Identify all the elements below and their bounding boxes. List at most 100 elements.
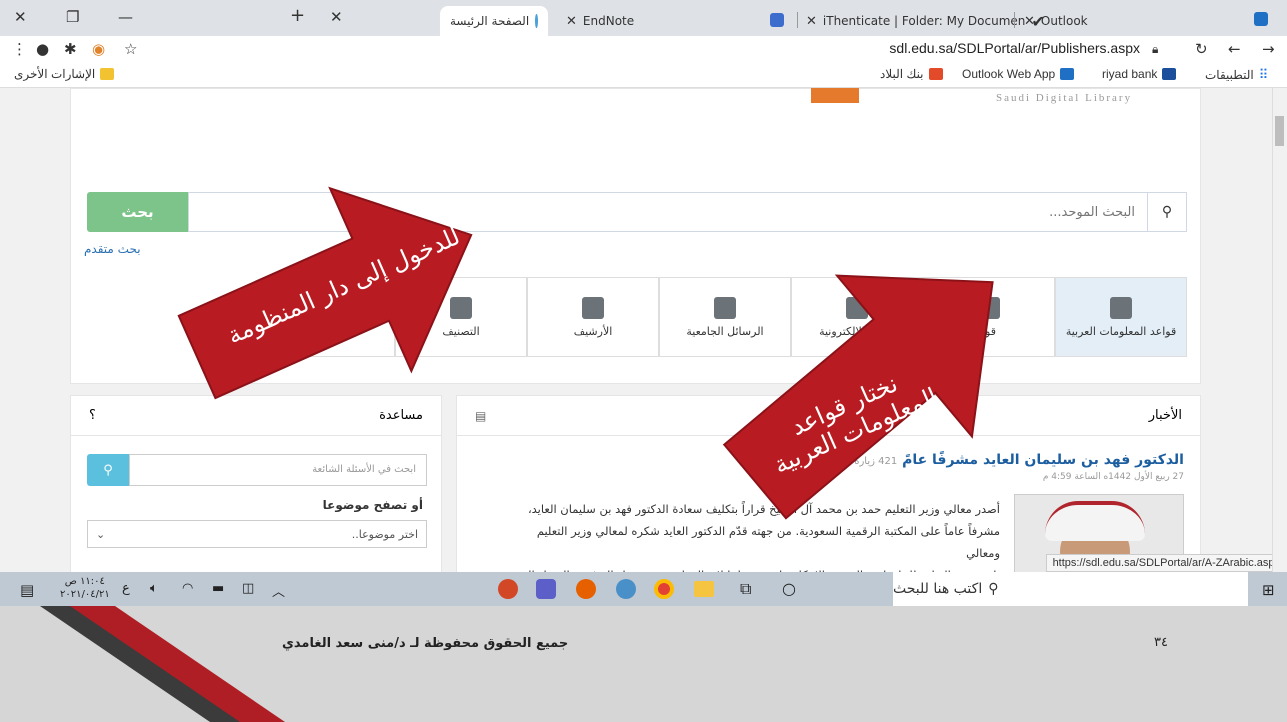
close-icon[interactable]: ✕: [1024, 14, 1035, 29]
search-icon[interactable]: ⚲: [1148, 192, 1187, 232]
globe-icon: [535, 14, 538, 28]
tab-label: EndNote: [582, 14, 635, 28]
notification-icon[interactable]: ▤: [20, 581, 34, 599]
address-toolbar: ⋮ ● ✱ ◉ ☆ sdl.edu.sa/SDLPortal/ar/Publis…: [0, 36, 1287, 62]
category-label: قوا: [982, 324, 996, 338]
close-icon[interactable]: ✕: [330, 8, 343, 26]
tab-home[interactable]: الصفحة الرئيسة: [440, 6, 548, 36]
category-theses[interactable]: الرسائل الجامعية: [659, 277, 791, 357]
news-headline-text: الدكتور فهد بن سليمان العايد مشرفًا عامً: [902, 452, 1184, 468]
chrome-icon[interactable]: [654, 579, 674, 599]
news-body-line: نائب وزير التعليم للجامعات والبحث والابت…: [500, 564, 1000, 572]
windows-start-icon[interactable]: ⊞: [1262, 581, 1275, 599]
decor-stripe-dark: [40, 606, 265, 722]
news-date: 27 ربيع الأول 1442ه الساعة 4:59 م: [1042, 472, 1184, 482]
bookmark-outlook[interactable]: Outlook Web App: [962, 67, 1075, 81]
category-archive[interactable]: الأرشيف: [527, 277, 659, 357]
category-classification[interactable]: التصنيف: [395, 277, 527, 357]
category-label: الأرشيف: [573, 324, 613, 338]
restore-window-icon[interactable]: ❐: [66, 8, 79, 26]
scrollbar-thumb[interactable]: [1275, 116, 1284, 146]
menu-icon[interactable]: ⋮: [12, 40, 27, 58]
teams-icon[interactable]: [536, 579, 556, 599]
search-icon: ⚲: [988, 581, 999, 597]
unified-search: بحث ⚲: [87, 192, 1187, 232]
bookmarks-bar: الإشارات الأخرى بنك البلاد Outlook Web A…: [0, 62, 1287, 88]
tab-outlook[interactable]: ✕ Outlook: [1024, 6, 1088, 36]
ithenticate-icon: [770, 13, 784, 27]
tab-label: الصفحة الرئيسة: [450, 14, 530, 28]
profile-icon[interactable]: ●: [36, 40, 49, 58]
browse-topic-label: أو تصفح موضوعا: [322, 498, 423, 512]
page-number: ٣٤: [1154, 635, 1168, 650]
bookmark-albilad[interactable]: بنك البلاد: [880, 67, 943, 81]
tab-ithenticate[interactable]: ✕ iThenticate | Folder: My Documen ✔: [806, 6, 1045, 36]
bookmark-star-icon[interactable]: ☆: [124, 40, 137, 58]
decor-stripe-red: [70, 606, 285, 722]
help-card: ؟ مساعدة ⚲ ابحث في الأسئلة الشائعة أو تص…: [70, 395, 442, 572]
news-title: الأخبار: [1148, 408, 1182, 423]
cortana-icon[interactable]: ○: [782, 579, 796, 598]
tab-endnote[interactable]: ✕ EndNote: [566, 6, 634, 36]
app-icon[interactable]: [616, 579, 636, 599]
bookmark-riyad[interactable]: riyad bank: [1102, 67, 1177, 81]
clock-time: ١١:٠٤ ص: [64, 576, 105, 587]
speaker-muted-icon[interactable]: 🔈︎: [150, 581, 158, 596]
portal-logo-english: Saudi Digital Library: [996, 92, 1133, 104]
back-icon[interactable]: ←: [1228, 40, 1241, 58]
news-body-line: أصدر معالي وزير التعليم حمد بن محمد آل ا…: [527, 502, 1000, 516]
file-explorer-icon[interactable]: [694, 581, 714, 597]
help-question-icon: ؟: [89, 408, 96, 423]
riyad-bank-icon: [1162, 68, 1177, 80]
browser-window: ✕ ❐ — + ✕ الصفحة الرئيسة ✕ EndNote ✕ iTh…: [0, 0, 1287, 572]
taskbar-clock[interactable]: ١١:٠٤ ص ٢٠٢١/٠٤/٢١: [60, 575, 110, 601]
taskbar-search[interactable]: ⚲ اكتب هنا للبحث: [893, 572, 1248, 606]
chevron-down-icon: ⌄: [96, 527, 106, 541]
address-bar[interactable]: sdl.edu.sa/SDLPortal/ar/Publishers.aspx: [720, 40, 1140, 56]
bookmark-apps[interactable]: التطبيقات ⠿: [1205, 67, 1268, 83]
book-icon: [846, 296, 868, 319]
folder-icon: [100, 68, 115, 80]
firefox-icon[interactable]: [576, 579, 596, 599]
extension-icon[interactable]: ◉: [92, 40, 105, 58]
bookmark-label: riyad bank: [1102, 67, 1158, 81]
scrollbar[interactable]: [1272, 88, 1287, 572]
battery-icon[interactable]: ▬: [212, 581, 224, 596]
category-label: التصنيف: [442, 324, 480, 338]
extensions-icon[interactable]: ✱: [64, 40, 77, 58]
close-window-icon[interactable]: ✕: [14, 8, 27, 26]
category-databases[interactable]: قوا: [923, 277, 1055, 357]
meet-now-icon[interactable]: ◫: [242, 581, 254, 596]
category-ebooks[interactable]: الكتب الإلكترونية: [791, 277, 923, 357]
bookmark-label: التطبيقات: [1205, 68, 1254, 82]
lock-icon: 🔒︎: [1152, 42, 1159, 56]
task-view-icon[interactable]: ⧉: [740, 579, 751, 599]
bookmark-other[interactable]: الإشارات الأخرى: [14, 67, 115, 81]
search-input[interactable]: [188, 192, 1148, 232]
outlook-icon: [1254, 12, 1268, 26]
portal-logo-icon: [811, 88, 859, 103]
page-viewport: Saudi Digital Library بحث ⚲ بحث متقدم قو…: [0, 88, 1287, 572]
language-indicator[interactable]: ع: [122, 581, 130, 596]
new-tab-button[interactable]: +: [290, 5, 305, 26]
status-bar-url: https://sdl.edu.sa/SDLPortal/ar/A-ZArabi…: [1045, 554, 1287, 572]
minimize-window-icon[interactable]: —: [118, 8, 133, 26]
chevron-up-icon[interactable]: ︿: [272, 581, 285, 600]
search-button[interactable]: بحث: [87, 192, 188, 232]
category-label: قواعد المعلومات العربية: [1065, 324, 1177, 338]
forward-icon[interactable]: →: [1262, 40, 1275, 58]
news-feed-icon[interactable]: ▤: [475, 409, 486, 423]
slide: ✕ ❐ — + ✕ الصفحة الرئيسة ✕ EndNote ✕ iTh…: [0, 0, 1287, 722]
advanced-search-link[interactable]: بحث متقدم: [84, 242, 141, 256]
wifi-icon[interactable]: ◠: [182, 581, 193, 596]
faq-search-button[interactable]: ⚲: [87, 454, 129, 486]
close-icon[interactable]: ✕: [806, 14, 817, 29]
category-label: الكتب الإلكترونية: [819, 324, 895, 338]
news-headline[interactable]: الدكتور فهد بن سليمان العايد مشرفًا عامً…: [854, 452, 1184, 468]
category-arabic-databases[interactable]: قواعد المعلومات العربية: [1055, 277, 1187, 357]
powerpoint-icon[interactable]: [498, 579, 518, 599]
close-icon[interactable]: ✕: [566, 14, 577, 29]
faq-search-input[interactable]: ابحث في الأسئلة الشائعة: [129, 454, 427, 486]
topic-select[interactable]: اختر موضوعا.. ⌄: [87, 520, 427, 548]
reload-icon[interactable]: ↻: [1195, 40, 1208, 58]
